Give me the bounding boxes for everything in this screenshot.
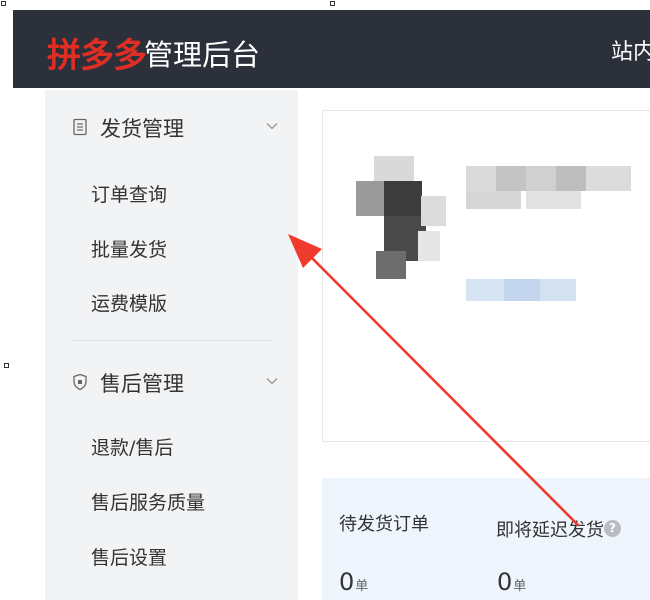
delay-risk-value[interactable]: 0单 (497, 568, 526, 596)
sidebar-section-label: 售后管理 (100, 372, 184, 396)
selection-handle-top-left (1, 1, 6, 6)
document-icon (73, 118, 87, 136)
sidebar-divider (71, 340, 273, 341)
sidebar-item-order-query[interactable]: 订单查询 (91, 180, 167, 207)
sidebar-item-service-quality[interactable]: 售后服务质量 (91, 488, 205, 515)
pending-orders-label: 待发货订单 (339, 514, 429, 535)
sidebar-section-after-sales[interactable]: 售后管理 (45, 362, 298, 402)
chevron-down-icon[interactable] (265, 119, 279, 133)
sidebar-item-after-sales-settings[interactable]: 售后设置 (91, 543, 167, 570)
delay-risk-unit: 单 (513, 579, 527, 594)
help-icon[interactable]: ? (604, 520, 621, 537)
sidebar-section-label: 发货管理 (100, 117, 184, 141)
sidebar-item-freight-template[interactable]: 运费模版 (91, 289, 167, 316)
sidebar-section-shipping[interactable]: 发货管理 (45, 107, 298, 147)
delay-risk-label: 即将延迟发货 (496, 520, 604, 541)
sidebar-item-batch-ship[interactable]: 批量发货 (91, 235, 167, 262)
sidebar-item-refund[interactable]: 退款/售后 (91, 433, 173, 460)
brand-subtitle: 管理后台 (144, 38, 261, 72)
delay-risk-count: 0 (497, 568, 513, 596)
chevron-down-icon[interactable] (265, 374, 279, 388)
shield-icon (73, 373, 87, 391)
sidebar: 发货管理 订单查询 批量发货 运费模版 售后管理 退款/售后 售后服务质量 售后… (45, 90, 298, 600)
pending-orders-count: 0 (339, 568, 355, 596)
shop-name-blurred (466, 166, 631, 212)
station-message-link[interactable]: 站内 (611, 34, 650, 66)
shop-link-blurred[interactable] (466, 279, 576, 301)
brand-logo[interactable]: 拼多多 (47, 28, 147, 77)
selection-handle-mid-left (4, 363, 9, 368)
selection-handle-top-mid (330, 1, 335, 6)
shop-info-card (322, 110, 650, 442)
top-bar: 拼多多 管理后台 站内 (13, 10, 650, 88)
order-stats-panel: 待发货订单 0单 即将延迟发货 ? 0单 (322, 478, 650, 600)
pending-orders-unit: 单 (355, 579, 369, 594)
pending-orders-value[interactable]: 0单 (339, 568, 368, 596)
shop-avatar (356, 156, 446, 281)
